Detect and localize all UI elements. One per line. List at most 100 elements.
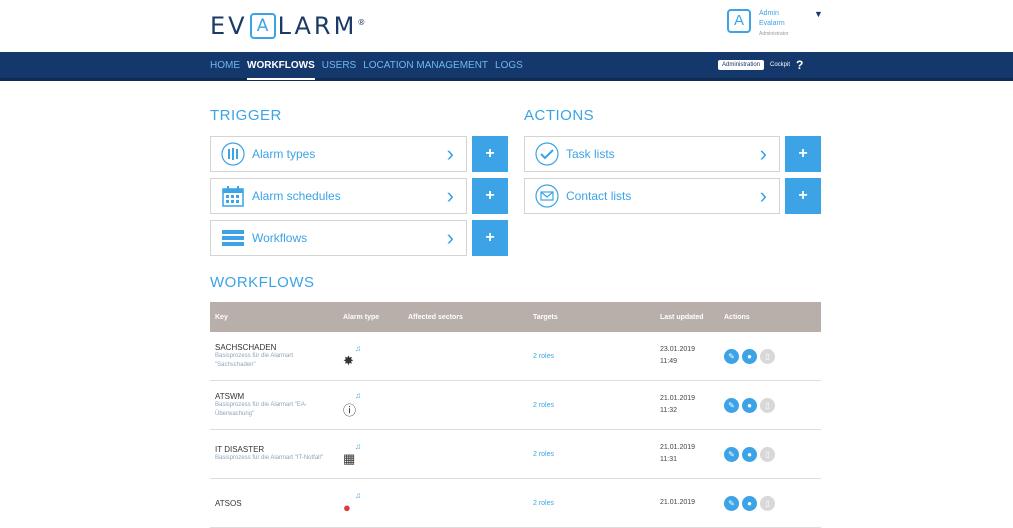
main-navbar: HOME WORKFLOWS USERS LOCATION MANAGEMENT… (0, 52, 1013, 81)
last-updated-date: 21.01.2019 (660, 499, 696, 506)
add-task-list-button[interactable]: + (785, 136, 821, 172)
sos-icon: ● (343, 500, 351, 515)
user-name: Admin (759, 10, 779, 17)
workflows-icon (220, 225, 246, 251)
trigger-title: TRIGGER (210, 107, 282, 124)
add-contact-list-button[interactable]: + (785, 178, 821, 214)
nav-users[interactable]: USERS (322, 60, 356, 71)
targets-link[interactable]: 2 roles (533, 353, 554, 360)
add-alarm-type-button[interactable]: + (472, 136, 508, 172)
action-card-contact-lists[interactable]: Contact lists › (524, 178, 780, 214)
action-label: Contact lists (566, 189, 632, 203)
view-icon[interactable]: ● (742, 446, 757, 462)
user-role: Administrator (759, 31, 789, 37)
server-icon: ▦ (343, 450, 356, 466)
workflow-key: IT DISASTER (215, 445, 265, 454)
view-icon[interactable]: ● (742, 495, 757, 511)
affected-sectors-cell (403, 429, 528, 479)
trigger-label: Alarm types (252, 147, 316, 161)
last-updated-date: 21.01.2019 (660, 395, 696, 402)
trigger-card-workflows[interactable]: Workflows › (210, 220, 467, 256)
nav-home[interactable]: HOME (210, 60, 240, 71)
affected-sectors-cell (403, 380, 528, 430)
burst-icon: ✸ (343, 352, 354, 368)
workflows-title: WORKFLOWS (210, 274, 315, 291)
table-row[interactable]: ATSOS ♫ ● 2 roles 21.01.2019 ✎ ● ▯ (210, 478, 821, 528)
cockpit-link[interactable]: Cockpit (770, 62, 790, 68)
delete-icon[interactable]: ▯ (760, 348, 775, 364)
last-updated-time: 11:32 (660, 407, 677, 414)
table-row[interactable]: IT DISASTER Basisprozess für die Alarmar… (210, 429, 821, 479)
workflow-description: Basisprozess für die Alarmart "IT-Notfal… (215, 455, 323, 461)
workflow-key: ATSWM (215, 391, 245, 401)
column-header[interactable]: Affected sectors (403, 302, 528, 332)
trigger-card-alarm-types[interactable]: Alarm types › (210, 136, 467, 172)
envelope-icon (534, 183, 560, 209)
nav-location-management[interactable]: LOCATION MANAGEMENT (363, 60, 488, 71)
chevron-down-icon[interactable]: ▼ (814, 9, 823, 19)
bell-icon: ♫ (355, 441, 361, 451)
nav-workflows[interactable]: WORKFLOWS (247, 60, 315, 80)
delete-icon[interactable]: ▯ (760, 446, 775, 462)
column-header[interactable]: Alarm type (338, 302, 403, 332)
bell-icon: ♫ (355, 491, 361, 500)
table-row[interactable]: ATSWM Basisprozess für die Alarmart "EA-… (210, 380, 821, 430)
column-header: Actions (719, 302, 821, 332)
user-avatar: A (727, 9, 751, 33)
last-updated-time: 11:49 (660, 358, 677, 365)
trigger-label: Alarm schedules (252, 189, 341, 203)
bell-icon: ♫ (355, 391, 361, 400)
bell-icon: ♫ (355, 343, 361, 353)
chevron-right-icon: › (446, 225, 454, 250)
table-row[interactable]: SACHSCHADEN Basisprozess für die Alarmar… (210, 332, 821, 381)
view-icon[interactable]: ● (742, 348, 757, 364)
check-circle-icon (534, 141, 560, 167)
logo-text-left: EV (210, 12, 248, 40)
evalarm-logo[interactable]: EV A LARM ® (210, 12, 365, 40)
targets-link[interactable]: 2 roles (533, 500, 554, 507)
view-icon[interactable]: ● (742, 397, 757, 413)
chevron-right-icon: › (759, 141, 767, 166)
trigger-label: Workflows (252, 231, 308, 245)
action-card-task-lists[interactable]: Task lists › (524, 136, 780, 172)
help-icon[interactable]: ? (796, 58, 803, 72)
logo-registered-mark: ® (357, 17, 366, 27)
workflow-description: Basisprozess für die Alarmart "Sachschad… (215, 352, 294, 368)
workflow-key: ATSOS (215, 498, 242, 508)
actions-title: ACTIONS (524, 107, 595, 124)
chevron-right-icon: › (446, 183, 454, 208)
column-header[interactable]: Targets (528, 302, 655, 332)
edit-icon[interactable]: ✎ (724, 495, 739, 511)
last-updated-date: 21.01.2019 (660, 444, 696, 451)
workflow-description: Basisprozess für die Alarmart "EA-Überwa… (215, 401, 307, 417)
add-workflow-button[interactable]: + (472, 220, 508, 256)
chevron-right-icon: › (446, 141, 454, 166)
targets-link[interactable]: 2 roles (533, 451, 554, 458)
administration-button[interactable]: Administration (718, 60, 765, 70)
column-header[interactable]: Last updated (655, 302, 719, 332)
edit-icon[interactable]: ✎ (724, 446, 739, 462)
table-header-row: Key Alarm type Affected sectors Targets … (210, 302, 821, 332)
action-label: Task lists (566, 147, 615, 161)
delete-icon[interactable]: ▯ (760, 397, 775, 413)
column-header[interactable]: Key (210, 302, 338, 332)
targets-link[interactable]: 2 roles (533, 402, 554, 409)
nav-logs[interactable]: LOGS (495, 60, 523, 71)
last-updated-time: 11:31 (660, 456, 677, 463)
edit-icon[interactable]: ✎ (724, 348, 739, 364)
delete-icon[interactable]: ▯ (760, 495, 775, 511)
workflow-key: SACHSCHADEN (215, 342, 277, 352)
affected-sectors-cell (403, 478, 528, 528)
affected-sectors-cell (403, 332, 528, 381)
logo-text-right: LARM (277, 12, 358, 40)
trigger-card-alarm-schedules[interactable]: Alarm schedules › (210, 178, 467, 214)
alarm-types-icon (220, 141, 246, 167)
add-alarm-schedule-button[interactable]: + (472, 178, 508, 214)
last-updated-date: 23.01.2019 (660, 346, 696, 353)
edit-icon[interactable]: ✎ (724, 397, 739, 413)
chevron-right-icon: › (759, 183, 767, 208)
user-menu[interactable]: A Admin Evalarm Administrator ▼ (727, 9, 823, 39)
info-icon: ⓘ (343, 403, 357, 418)
calendar-icon (220, 183, 246, 209)
logo-a-box: A (249, 13, 276, 39)
